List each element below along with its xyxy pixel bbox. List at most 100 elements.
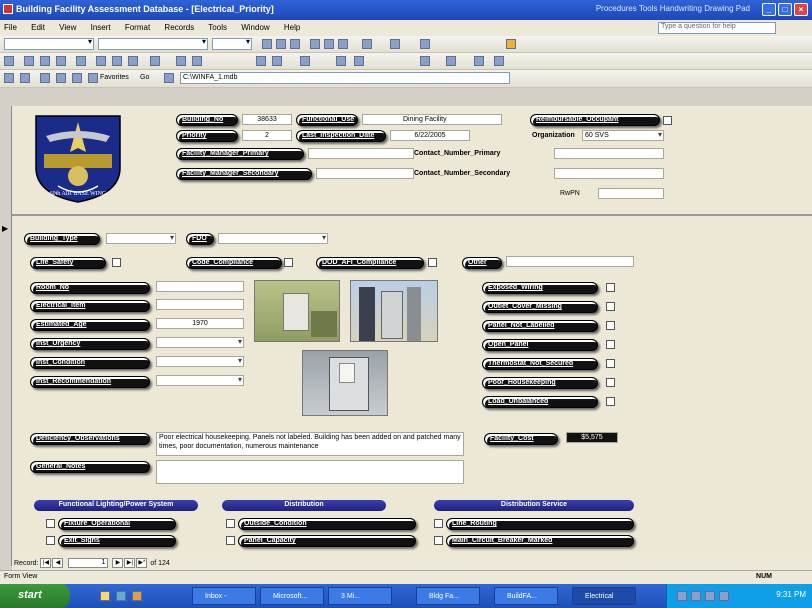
building-type-dropdown[interactable]	[106, 233, 176, 244]
filter-icon[interactable]	[256, 56, 266, 66]
menu-help[interactable]: Help	[284, 23, 300, 32]
functional-use-button[interactable]: Functional_Use	[296, 114, 358, 126]
tray-volume-icon[interactable]	[691, 591, 701, 601]
functional-use-field[interactable]: Dining Facility	[362, 114, 502, 125]
inst-urgency-button[interactable]: Inst_Urgency	[30, 338, 150, 350]
room-no-button[interactable]: Room_No	[30, 282, 150, 294]
object-combo[interactable]	[4, 37, 94, 50]
thermostat-not-secured-checkbox[interactable]	[606, 359, 615, 368]
start-button[interactable]: start	[0, 584, 70, 608]
italic-icon[interactable]	[276, 39, 286, 49]
tray-update-icon[interactable]	[719, 591, 729, 601]
maximize-icon[interactable]: □	[778, 3, 792, 16]
fdo-dropdown[interactable]	[218, 233, 328, 244]
facility-manager-primary-field[interactable]	[308, 148, 414, 159]
delete-record-icon[interactable]	[354, 56, 364, 66]
quicklaunch-ie-icon[interactable]	[100, 591, 110, 601]
open-panel-button[interactable]: Open_Panel	[482, 339, 598, 351]
load-unbalanced-button[interactable]: Load_Unbalanced	[482, 396, 598, 408]
quicklaunch-outlook-icon[interactable]	[132, 591, 142, 601]
panel-capacity-checkbox[interactable]	[226, 536, 235, 545]
spelling-icon[interactable]	[76, 56, 86, 66]
menu-records[interactable]: Records	[164, 23, 194, 32]
new-record-nav-icon[interactable]: ▶*	[136, 558, 148, 568]
task-electrical[interactable]: Electrical	[572, 587, 636, 605]
font-combo[interactable]	[98, 37, 208, 50]
menu-window[interactable]: Window	[241, 23, 269, 32]
code-compliance-checkbox[interactable]	[284, 258, 293, 267]
general-notes-textarea[interactable]	[156, 460, 464, 484]
align-center-icon[interactable]	[324, 39, 334, 49]
panel-capacity-button[interactable]: Panel_Capacity	[238, 535, 416, 547]
building-type-button[interactable]: Building_Type	[24, 233, 100, 245]
organization-dropdown[interactable]: 60 SVS	[582, 130, 664, 141]
last-record-icon[interactable]: ▶|	[124, 558, 136, 568]
life-safety-checkbox[interactable]	[112, 258, 121, 267]
priority-field[interactable]: 2	[242, 130, 292, 141]
outside-condition-checkbox[interactable]	[226, 519, 235, 528]
new-object-icon[interactable]	[446, 56, 456, 66]
estimated-age-field[interactable]: 1970	[156, 318, 244, 329]
thermostat-not-secured-button[interactable]: Thermostat_Not_Secured	[482, 358, 598, 370]
apply-filter-icon[interactable]	[272, 56, 282, 66]
facility-manager-secondary-button[interactable]: Facility_Manager_Secondary	[176, 168, 312, 180]
view-icon[interactable]	[4, 56, 14, 66]
tray-network-icon[interactable]	[677, 591, 687, 601]
reimbursable-occupant-button[interactable]: Reimbursable_Occupant	[530, 114, 660, 126]
undo-icon[interactable]	[150, 56, 160, 66]
line-color-icon[interactable]	[420, 39, 430, 49]
task-microsoft[interactable]: Microsoft...	[260, 587, 324, 605]
poor-housekeeping-checkbox[interactable]	[606, 378, 615, 387]
open-panel-checkbox[interactable]	[606, 340, 615, 349]
size-combo[interactable]	[212, 37, 252, 50]
tray-security-icon[interactable]	[705, 591, 715, 601]
rwpn-field[interactable]	[598, 188, 664, 199]
special-effect-icon[interactable]	[506, 39, 516, 49]
fdo-button[interactable]: FDO	[186, 233, 214, 245]
menu-insert[interactable]: Insert	[91, 23, 111, 32]
menu-file[interactable]: File	[4, 23, 17, 32]
quicklaunch-desktop-icon[interactable]	[116, 591, 126, 601]
last-inspection-date-button[interactable]: Last_Inspection_Date	[296, 130, 386, 142]
toolbar-options-icon[interactable]	[494, 56, 504, 66]
panel-not-labelled-button[interactable]: Panel_Not_Labelled	[482, 320, 598, 332]
paste-icon[interactable]	[128, 56, 138, 66]
outside-condition-button[interactable]: Outside_Condition	[238, 518, 416, 530]
database-window-icon[interactable]	[420, 56, 430, 66]
copy-icon[interactable]	[112, 56, 122, 66]
general-notes-button[interactable]: General_Notes	[30, 461, 150, 473]
record-selector[interactable]: ▶	[0, 106, 12, 566]
show-web-toolbar-icon[interactable]	[164, 73, 174, 83]
exit-signs-checkbox[interactable]	[46, 536, 55, 545]
deficiency-observations-button[interactable]: Deficiency_Observations	[30, 433, 150, 445]
next-record-icon[interactable]: ▶	[112, 558, 124, 568]
sort-ascending-icon[interactable]	[176, 56, 186, 66]
priority-button[interactable]: Priority	[176, 130, 238, 142]
forward-icon[interactable]	[20, 73, 30, 83]
search-web-icon[interactable]	[88, 73, 98, 83]
refresh-icon[interactable]	[56, 73, 66, 83]
close-icon[interactable]: ×	[794, 3, 808, 16]
dod-afi-checkbox[interactable]	[428, 258, 437, 267]
life-safety-button[interactable]: Life_Safety	[30, 257, 106, 269]
font-color-icon[interactable]	[390, 39, 400, 49]
exposed-wiring-button[interactable]: Exposed_Wiring	[482, 282, 598, 294]
first-record-icon[interactable]: |◀	[40, 558, 52, 568]
go-menu[interactable]: Go	[140, 74, 149, 81]
minimize-icon[interactable]: _	[762, 3, 776, 16]
fixture-operational-button[interactable]: Fixture_Operational	[58, 518, 176, 530]
deficiency-observations-textarea[interactable]: Poor electrical housekeeping. Panels not…	[156, 432, 464, 456]
preview-icon[interactable]	[56, 56, 66, 66]
electrical-item-field[interactable]	[156, 299, 244, 310]
facility-manager-secondary-field[interactable]	[316, 168, 414, 179]
align-left-icon[interactable]	[310, 39, 320, 49]
facility-manager-primary-button[interactable]: Facility_Manager_Primary	[176, 148, 304, 160]
line-routing-checkbox[interactable]	[434, 519, 443, 528]
exit-signs-button[interactable]: Exit_Signs	[58, 535, 176, 547]
contact-number-secondary-field[interactable]	[554, 168, 664, 179]
estimated-age-button[interactable]: Estimated_Age	[30, 319, 150, 331]
task-buildfa[interactable]: BuildFA...	[494, 587, 558, 605]
facility-cost-field[interactable]: $5,575	[566, 432, 618, 443]
favorites-menu[interactable]: Favorites	[100, 74, 129, 81]
main-circuit-breaker-button[interactable]: Main_Circuit_Breaker_Marked	[446, 535, 634, 547]
